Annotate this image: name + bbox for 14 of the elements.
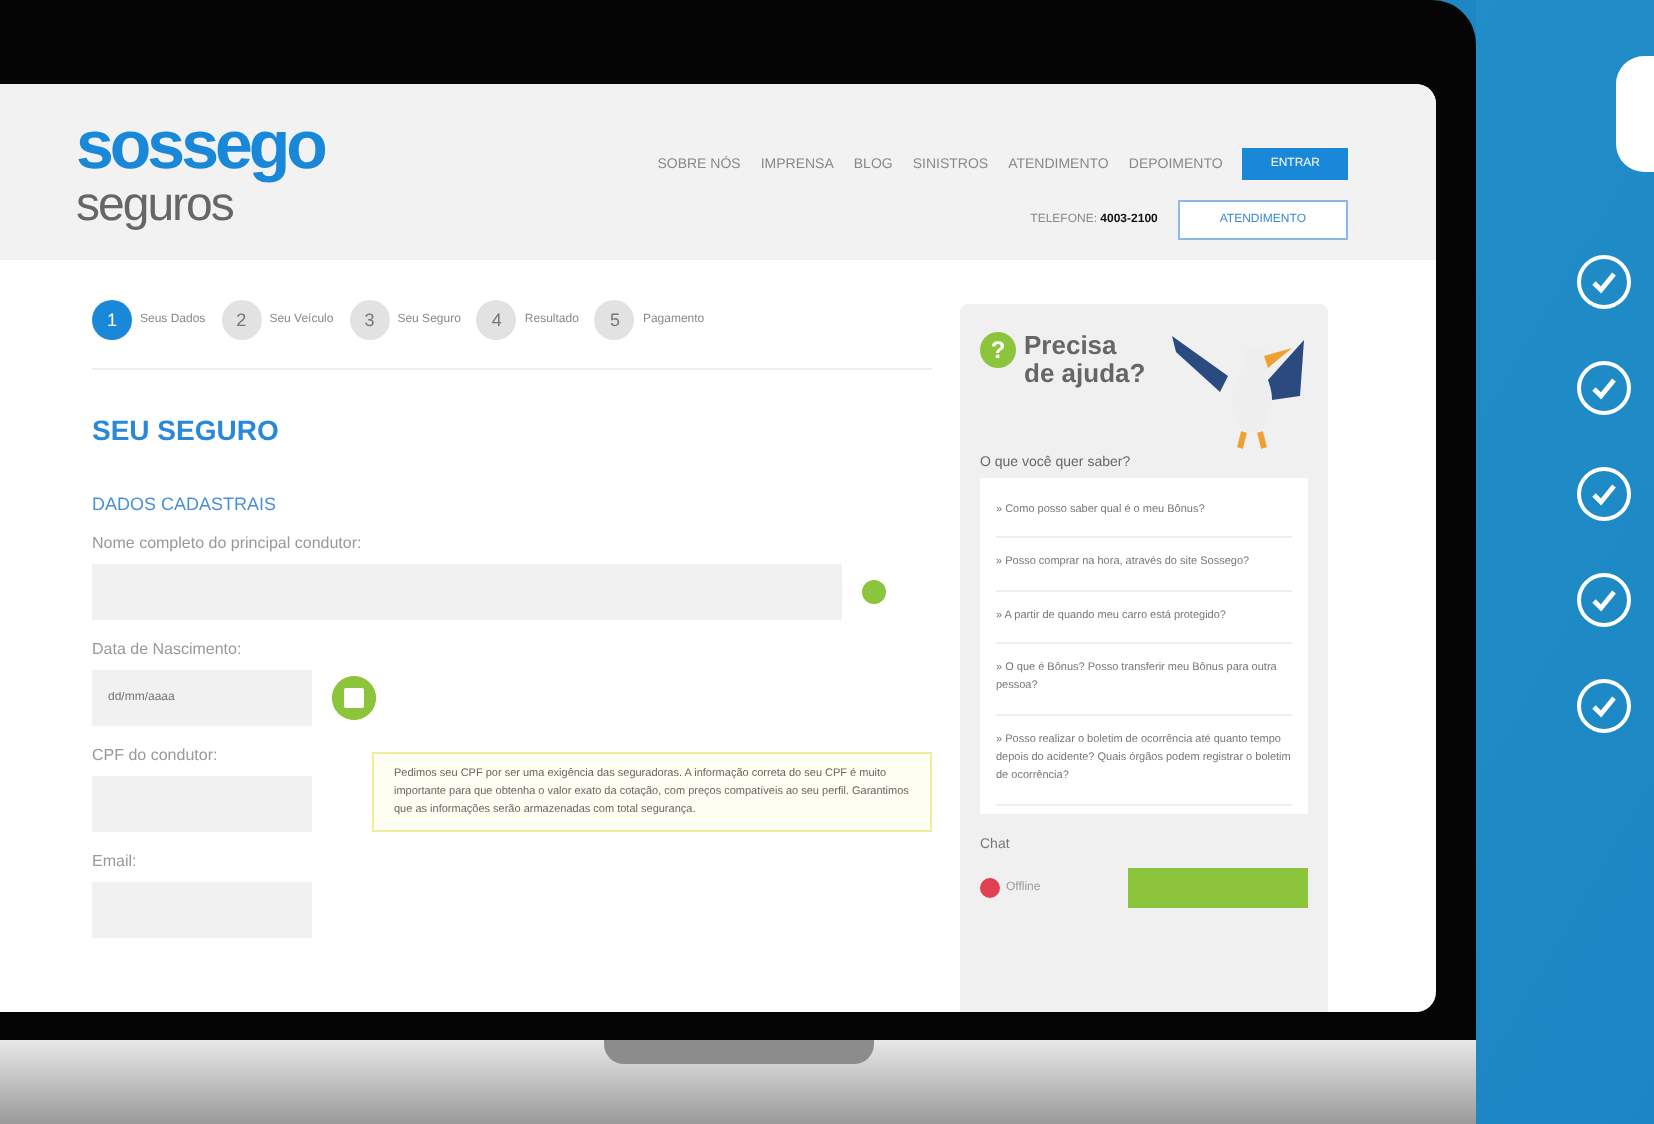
help-title: Precisa de ajuda?	[1024, 328, 1146, 392]
field-label: Nome completo do principal condutor:	[92, 534, 364, 552]
field-label: CPF do condutor:	[92, 746, 220, 764]
status-dot	[980, 877, 1000, 898]
page-title: SEU SEGURO	[92, 414, 281, 446]
field-label: Data de Nascimento:	[92, 640, 244, 658]
logo-subtitle: seguros	[76, 186, 233, 225]
logo-wordmark[interactable]: sossego	[76, 108, 324, 186]
section-title: DADOS CADASTRAIS	[92, 494, 279, 514]
field-label: Email:	[92, 852, 139, 870]
chat-button[interactable]	[1128, 867, 1308, 908]
help-icon[interactable]	[862, 580, 886, 604]
help-icon: ?	[980, 332, 1016, 368]
calendar-icon[interactable]	[332, 676, 376, 720]
